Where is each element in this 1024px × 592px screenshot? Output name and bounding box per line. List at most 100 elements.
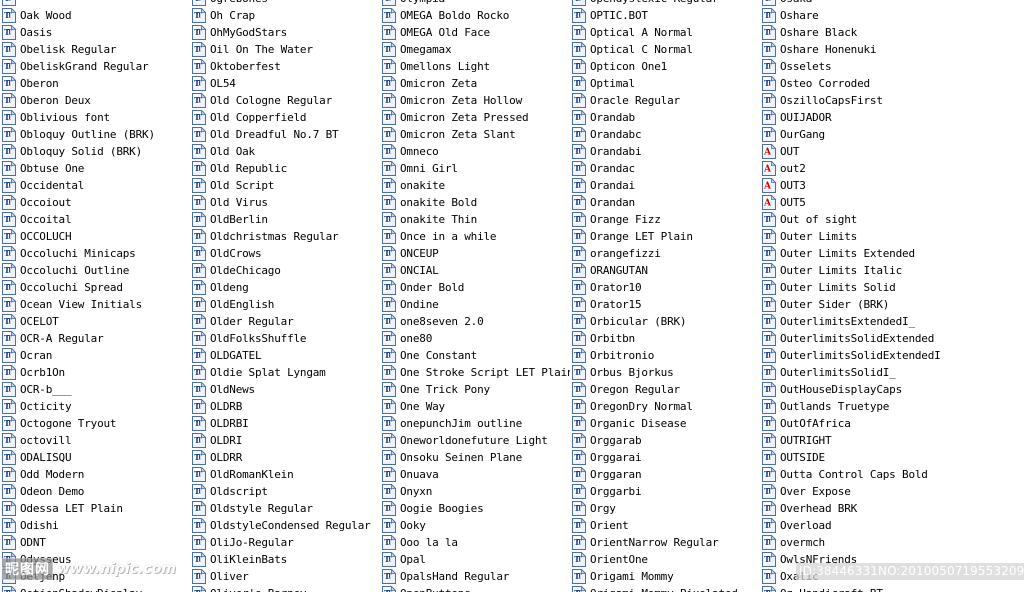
font-list-item[interactable]: T T Old Oak bbox=[190, 143, 380, 160]
font-list-item[interactable]: T T OurGang bbox=[760, 126, 1024, 143]
font-list-item[interactable]: T T OwlsNFriends bbox=[760, 551, 1024, 568]
font-list-item[interactable]: T T Occidental bbox=[0, 177, 190, 194]
font-list-item[interactable]: T T Outlands Truetype bbox=[760, 398, 1024, 415]
font-list-item[interactable]: T T Overload bbox=[760, 517, 1024, 534]
font-list-item[interactable]: T T one80 bbox=[380, 330, 570, 347]
font-list-item[interactable]: T T Oxalic bbox=[760, 568, 1024, 585]
font-list-item[interactable]: T T Opal bbox=[380, 551, 570, 568]
font-list-item[interactable]: T T Omicron Zeta Hollow bbox=[380, 92, 570, 109]
font-list-item[interactable]: T T OLDRI bbox=[190, 432, 380, 449]
font-list-item[interactable]: TTOpendyslexic Regular bbox=[570, 0, 760, 7]
font-list-item[interactable]: T T OLDRR bbox=[190, 449, 380, 466]
font-list-item[interactable]: T T Odessa LET Plain bbox=[0, 500, 190, 517]
font-list-item[interactable]: T T OUTSIDE bbox=[760, 449, 1024, 466]
font-list-item[interactable]: T T OszilloCapsFirst bbox=[760, 92, 1024, 109]
font-list-item[interactable]: T T onepunchJim outline bbox=[380, 415, 570, 432]
font-list-item[interactable]: T T Orandabc bbox=[570, 126, 760, 143]
font-list-item[interactable]: T T Oracle Regular bbox=[570, 92, 760, 109]
font-list-item[interactable]: T T Osteo Corroded bbox=[760, 75, 1024, 92]
font-list-item[interactable]: T T OliJo-Regular bbox=[190, 534, 380, 551]
font-list-item[interactable]: T T Onsoku Seinen Plane bbox=[380, 449, 570, 466]
font-list-item[interactable]: T T Once in a while bbox=[380, 228, 570, 245]
font-list-item[interactable]: T T Occoiout bbox=[0, 194, 190, 211]
font-list-item[interactable]: T T OutOfAfrica bbox=[760, 415, 1024, 432]
font-list-item[interactable]: T T Old Copperfield bbox=[190, 109, 380, 126]
font-list-item[interactable]: T T Orandai bbox=[570, 177, 760, 194]
font-list-item[interactable]: T T Occoluchi Outline bbox=[0, 262, 190, 279]
font-list-item[interactable]: T T Occoluchi Spread bbox=[0, 279, 190, 296]
font-list-item[interactable]: T T Oblivious font bbox=[0, 109, 190, 126]
font-list-item[interactable]: T T Overhead BRK bbox=[760, 500, 1024, 517]
font-list-item[interactable]: T T Origami Mommy bbox=[570, 568, 760, 585]
font-list-view[interactable]: TTTTOak WoodTTOasisTTObelisk RegularTTOb… bbox=[0, 0, 1024, 592]
font-list-item[interactable]: Aout2 bbox=[760, 160, 1024, 177]
font-list-item[interactable]: T T overmch bbox=[760, 534, 1024, 551]
font-list-item[interactable]: T T Outer Limits bbox=[760, 228, 1024, 245]
font-list-item[interactable]: T T Old Republic bbox=[190, 160, 380, 177]
font-list-item[interactable]: T T OldRomanKlein bbox=[190, 466, 380, 483]
font-list-item[interactable]: T T Odishi bbox=[0, 517, 190, 534]
font-list-item[interactable]: T T one8seven 2.0 bbox=[380, 313, 570, 330]
font-list-item[interactable]: T T OldCrows bbox=[190, 245, 380, 262]
font-list-item[interactable]: T T OldFolksShuffle bbox=[190, 330, 380, 347]
font-list-item[interactable]: T T Oak Wood bbox=[0, 7, 190, 24]
font-list-item[interactable]: T T Octicity bbox=[0, 398, 190, 415]
font-list-item[interactable]: TTOrigami Mommy Pixelated bbox=[570, 585, 760, 592]
font-list-item[interactable]: T T Out of sight bbox=[760, 211, 1024, 228]
font-list-item[interactable]: T T Oberon Deux bbox=[0, 92, 190, 109]
font-list-item[interactable]: T T Omegamax bbox=[380, 41, 570, 58]
font-list-item[interactable]: T T OhMyGodStars bbox=[190, 24, 380, 41]
font-list-item[interactable]: T T OldBerlin bbox=[190, 211, 380, 228]
font-list-item[interactable]: T T Oldchristmas Regular bbox=[190, 228, 380, 245]
font-list-item[interactable]: TTOsaka bbox=[760, 0, 1024, 7]
font-list-item[interactable]: T T One Constant bbox=[380, 347, 570, 364]
font-list-item[interactable]: T T Oogie Boogies bbox=[380, 500, 570, 517]
font-list-item[interactable]: T T OregonDry Normal bbox=[570, 398, 760, 415]
font-list-item[interactable]: T T octovill bbox=[0, 432, 190, 449]
font-list-item[interactable]: T T Old Virus bbox=[190, 194, 380, 211]
font-list-item[interactable]: T T OrientNarrow Regular bbox=[570, 534, 760, 551]
font-list-item[interactable]: T T Omneco bbox=[380, 143, 570, 160]
font-list-item[interactable]: T T Omicron Zeta Slant bbox=[380, 126, 570, 143]
font-list-item[interactable]: T T Oshare Black bbox=[760, 24, 1024, 41]
font-list-item[interactable]: T T Oldstyle Regular bbox=[190, 500, 380, 517]
font-list-item[interactable]: T T Orator15 bbox=[570, 296, 760, 313]
font-list-item[interactable]: T T Orbitronio bbox=[570, 347, 760, 364]
font-list-item[interactable]: T T Oetjenp bbox=[0, 568, 190, 585]
font-list-item[interactable]: T T Octogone Tryout bbox=[0, 415, 190, 432]
font-list-item[interactable]: T T Optical A Normal bbox=[570, 24, 760, 41]
font-list-item[interactable]: T T Oshare Honenuki bbox=[760, 41, 1024, 58]
font-list-item[interactable]: T T OLDGATEL bbox=[190, 347, 380, 364]
font-list-item[interactable]: T T Oneworldonefuture Light bbox=[380, 432, 570, 449]
font-list-item[interactable]: T T OPTIC.BOT bbox=[570, 7, 760, 24]
font-list-item[interactable]: T T One Stroke Script LET Plain bbox=[380, 364, 570, 381]
font-list-item[interactable]: T T Orange Fizz bbox=[570, 211, 760, 228]
font-list-item[interactable]: T T OldstyleCondensed Regular bbox=[190, 517, 380, 534]
font-list-item[interactable]: T T Oldeng bbox=[190, 279, 380, 296]
font-list-item[interactable]: T T Odysseus bbox=[0, 551, 190, 568]
font-list-item[interactable]: T T Orator10 bbox=[570, 279, 760, 296]
font-list-item[interactable]: T T Orbitbn bbox=[570, 330, 760, 347]
font-list-item[interactable]: T T ODNT bbox=[0, 534, 190, 551]
font-list-item[interactable]: T T OuterlimitsSolidExtended bbox=[760, 330, 1024, 347]
font-list-item[interactable]: T T OCCOLUCH bbox=[0, 228, 190, 245]
font-list-item[interactable]: T T ONCEUP bbox=[380, 245, 570, 262]
font-list-item[interactable]: T T Orbicular (BRK) bbox=[570, 313, 760, 330]
font-list-item[interactable]: T T ODALISQU bbox=[0, 449, 190, 466]
font-list-item[interactable]: T T Obloquy Outline (BRK) bbox=[0, 126, 190, 143]
font-list-item[interactable]: T T OCR-b___ bbox=[0, 381, 190, 398]
font-list-item[interactable]: T T One Trick Pony bbox=[380, 381, 570, 398]
font-list-item[interactable]: T T Orbus Bjorkus bbox=[570, 364, 760, 381]
font-list-item[interactable]: T T Oldie Splat Lyngam bbox=[190, 364, 380, 381]
font-list-item[interactable]: TT bbox=[0, 0, 190, 7]
font-list-item[interactable]: T T Omellons Light bbox=[380, 58, 570, 75]
font-list-item[interactable]: T T OMEGA Old Face bbox=[380, 24, 570, 41]
font-list-item[interactable]: T T OLDRBI bbox=[190, 415, 380, 432]
font-list-item[interactable]: TTOgrebones bbox=[190, 0, 380, 7]
font-list-item[interactable]: T T OliKleinBats bbox=[190, 551, 380, 568]
font-list-item[interactable]: T T Obloquy Solid (BRK) bbox=[0, 143, 190, 160]
font-list-item[interactable]: T T ObeliskGrand Regular bbox=[0, 58, 190, 75]
font-list-item[interactable]: T T Omicron Zeta Pressed bbox=[380, 109, 570, 126]
font-list-item[interactable]: T T Occoluchi Minicaps bbox=[0, 245, 190, 262]
font-list-item[interactable]: T T Onder Bold bbox=[380, 279, 570, 296]
